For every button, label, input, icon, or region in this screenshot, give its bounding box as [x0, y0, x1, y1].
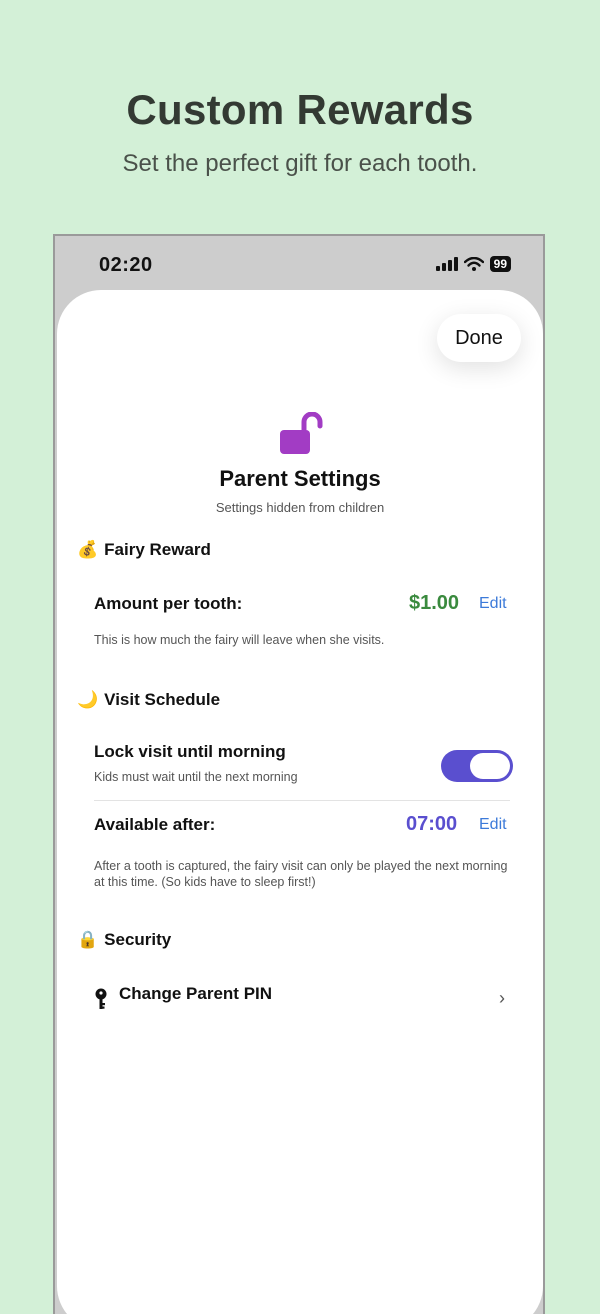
- done-button[interactable]: Done: [437, 314, 521, 362]
- promo-subline: Set the perfect gift for each tooth.: [122, 150, 478, 177]
- cellular-signal-icon: [435, 257, 458, 271]
- amount-value: $1.00: [409, 592, 460, 614]
- chevron-right-icon: ›: [499, 988, 505, 1008]
- money-bag-icon: 💰: [77, 540, 99, 559]
- amount-note: This is how much the fairy will leave wh…: [94, 633, 385, 647]
- lock-visit-toggle[interactable]: [441, 750, 513, 782]
- schedule-note: After a tooth is captured, the fairy vis…: [94, 859, 508, 889]
- battery-indicator: 99: [489, 256, 511, 272]
- wifi-icon: [463, 257, 484, 271]
- page-subtitle: Settings hidden from children: [215, 500, 385, 515]
- key-icon: [95, 988, 107, 1009]
- section-header-security: 🔒 Security: [77, 930, 171, 950]
- page-title: Parent Settings: [219, 466, 381, 491]
- section-title: Security: [104, 930, 172, 949]
- phone-frame: 02:20 99 Done Parent Settings Settings h…: [53, 234, 545, 1314]
- padlock-icon: 🔒: [77, 930, 99, 949]
- promo-headline: Custom Rewards: [126, 86, 474, 133]
- available-after-value: 07:00: [406, 813, 458, 835]
- section-title: Fairy Reward: [104, 540, 211, 559]
- amount-per-tooth-label: Amount per tooth:: [94, 594, 243, 613]
- change-parent-pin-button[interactable]: Change Parent PIN: [119, 984, 272, 1004]
- toggle-knob: [470, 753, 510, 779]
- lock-visit-note: Kids must wait until the next morning: [94, 770, 298, 784]
- unlocked-padlock-icon: [280, 412, 323, 454]
- edit-time-link[interactable]: Edit: [479, 816, 507, 834]
- status-icons: 99: [435, 256, 511, 272]
- lock-visit-label: Lock visit until morning: [94, 742, 286, 761]
- available-after-label: Available after:: [94, 815, 216, 834]
- section-title: Visit Schedule: [104, 690, 221, 709]
- section-header-visit-schedule: 🌙 Visit Schedule: [77, 690, 220, 710]
- status-time: 02:20: [99, 254, 153, 276]
- crescent-moon-icon: 🌙: [77, 690, 99, 709]
- edit-amount-link[interactable]: Edit: [479, 595, 507, 613]
- divider: [94, 800, 510, 801]
- section-header-fairy-reward: 💰 Fairy Reward: [77, 540, 211, 560]
- settings-sheet: Done Parent Settings Settings hidden fro…: [57, 290, 543, 1314]
